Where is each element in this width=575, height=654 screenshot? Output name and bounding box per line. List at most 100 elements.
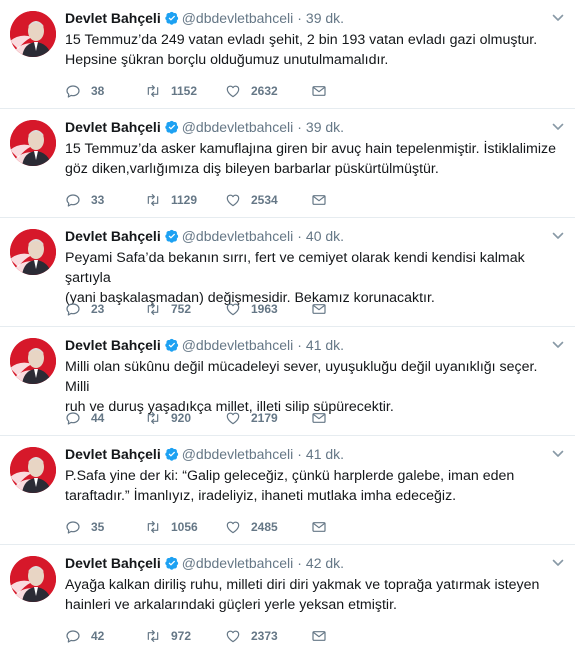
like-count: 2179 <box>251 411 278 425</box>
reply-button[interactable]: 44 <box>65 410 145 426</box>
heart-icon <box>226 85 240 98</box>
like-count: 2485 <box>251 520 278 534</box>
direct-message-button[interactable] <box>311 519 327 535</box>
separator-dot: · <box>297 10 302 26</box>
tweet-header: Devlet Bahçeli @dbdevletbahceli · 41 dk. <box>65 445 565 464</box>
tweet[interactable]: Devlet Bahçeli @dbdevletbahceli · 41 dk. Mi… <box>0 327 575 436</box>
like-button[interactable]: 2485 <box>225 519 311 535</box>
tweet-timestamp[interactable]: 41 dk. <box>306 337 344 353</box>
avatar[interactable] <box>10 556 56 602</box>
retweet-icon <box>147 194 159 206</box>
direct-message-button[interactable] <box>311 83 327 99</box>
author-handle[interactable]: @dbdevletbahceli <box>182 228 294 244</box>
tweet[interactable]: Devlet Bahçeli @dbdevletbahceli · 40 dk. Pe… <box>0 218 575 327</box>
separator-dot: · <box>297 555 302 571</box>
author-handle[interactable]: @dbdevletbahceli <box>182 446 294 462</box>
tweet-text: 15 Temmuz’da 249 vatan evladı şehit, 2 b… <box>65 32 538 68</box>
author-name[interactable]: Devlet Bahçeli <box>65 555 161 571</box>
like-button[interactable]: 2179 <box>225 410 311 426</box>
avatar[interactable] <box>10 11 56 57</box>
like-count: 1963 <box>251 302 278 316</box>
author-handle[interactable]: @dbdevletbahceli <box>182 119 294 135</box>
author-handle[interactable]: @dbdevletbahceli <box>182 555 294 571</box>
tweet-timestamp[interactable]: 40 dk. <box>306 228 344 244</box>
reply-icon <box>66 85 80 98</box>
avatar-photo <box>10 556 56 602</box>
reply-button[interactable]: 42 <box>65 628 145 644</box>
like-button[interactable]: 2373 <box>225 628 311 644</box>
tweet-timestamp[interactable]: 42 dk. <box>306 555 344 571</box>
verified-badge-icon <box>165 447 178 461</box>
envelope-icon <box>312 86 326 96</box>
separator-dot: · <box>297 446 302 462</box>
direct-message-button[interactable] <box>311 410 327 426</box>
tweet-timeline: Devlet Bahçeli @dbdevletbahceli · 39 dk. 15… <box>0 0 575 654</box>
retweet-icon <box>147 412 159 424</box>
reply-count: 23 <box>91 302 105 316</box>
retweet-button[interactable]: 1152 <box>145 83 225 99</box>
heart-icon <box>226 194 240 207</box>
chevron-down-icon[interactable] <box>551 336 565 355</box>
retweet-button[interactable]: 752 <box>145 301 225 317</box>
chevron-down-icon[interactable] <box>551 445 565 464</box>
tweet-header: Devlet Bahçeli @dbdevletbahceli · 42 dk. <box>65 554 565 573</box>
tweet[interactable]: Devlet Bahçeli @dbdevletbahceli · 41 dk. P.… <box>0 436 575 545</box>
tweet-header: Devlet Bahçeli @dbdevletbahceli · 39 dk. <box>65 118 565 137</box>
tweet-header: Devlet Bahçeli @dbdevletbahceli · 40 dk. <box>65 227 565 246</box>
author-handle[interactable]: @dbdevletbahceli <box>182 10 294 26</box>
reply-button[interactable]: 23 <box>65 301 145 317</box>
tweet-actions: 35 1056 2485 <box>65 518 327 536</box>
tweet[interactable]: Devlet Bahçeli @dbdevletbahceli · 39 dk. 15… <box>0 0 575 109</box>
avatar[interactable] <box>10 338 56 384</box>
author-name[interactable]: Devlet Bahçeli <box>65 119 161 135</box>
like-count: 2632 <box>251 84 278 98</box>
avatar[interactable] <box>10 120 56 166</box>
author-name[interactable]: Devlet Bahçeli <box>65 446 161 462</box>
like-button[interactable]: 2534 <box>225 192 311 208</box>
reply-button[interactable]: 35 <box>65 519 145 535</box>
direct-message-button[interactable] <box>311 301 327 317</box>
retweet-button[interactable]: 972 <box>145 628 225 644</box>
reply-icon <box>66 521 80 534</box>
tweet[interactable]: Devlet Bahçeli @dbdevletbahceli · 42 dk. Ay… <box>0 545 575 654</box>
author-name[interactable]: Devlet Bahçeli <box>65 228 161 244</box>
chevron-down-icon[interactable] <box>551 9 565 28</box>
reply-count: 44 <box>91 411 105 425</box>
tweet-actions: 33 1129 2534 <box>65 191 327 209</box>
retweet-icon <box>147 630 159 642</box>
avatar[interactable] <box>10 447 56 493</box>
direct-message-button[interactable] <box>311 192 327 208</box>
like-button[interactable]: 2632 <box>225 83 311 99</box>
retweet-button[interactable]: 920 <box>145 410 225 426</box>
reply-icon <box>66 412 80 425</box>
like-button[interactable]: 1963 <box>225 301 311 317</box>
chevron-down-icon[interactable] <box>551 118 565 137</box>
tweet-timestamp[interactable]: 39 dk. <box>306 119 344 135</box>
tweet-actions: 44 920 2179 <box>65 409 327 427</box>
tweet-timestamp[interactable]: 41 dk. <box>306 446 344 462</box>
avatar[interactable] <box>10 229 56 275</box>
retweet-count: 752 <box>171 302 192 316</box>
chevron-down-icon[interactable] <box>551 554 565 573</box>
tweet-timestamp[interactable]: 39 dk. <box>306 10 344 26</box>
separator-dot: · <box>297 337 302 353</box>
tweet-actions: 23 752 1963 <box>65 300 327 318</box>
retweet-count: 1056 <box>171 520 198 534</box>
tweet-text: Ayağa kalkan diriliş ruhu, milleti diri … <box>65 577 540 613</box>
tweet[interactable]: Devlet Bahçeli @dbdevletbahceli · 39 dk. 15… <box>0 109 575 218</box>
reply-button[interactable]: 38 <box>65 83 145 99</box>
envelope-icon <box>312 304 326 314</box>
retweet-button[interactable]: 1056 <box>145 519 225 535</box>
direct-message-button[interactable] <box>311 628 327 644</box>
reply-button[interactable]: 33 <box>65 192 145 208</box>
avatar-photo <box>10 120 56 166</box>
author-name[interactable]: Devlet Bahçeli <box>65 337 161 353</box>
avatar-photo <box>10 11 56 57</box>
author-handle[interactable]: @dbdevletbahceli <box>182 337 294 353</box>
avatar-photo <box>10 338 56 384</box>
retweet-count: 920 <box>171 411 192 425</box>
separator-dot: · <box>297 119 302 135</box>
chevron-down-icon[interactable] <box>551 227 565 246</box>
retweet-button[interactable]: 1129 <box>145 192 225 208</box>
author-name[interactable]: Devlet Bahçeli <box>65 10 161 26</box>
